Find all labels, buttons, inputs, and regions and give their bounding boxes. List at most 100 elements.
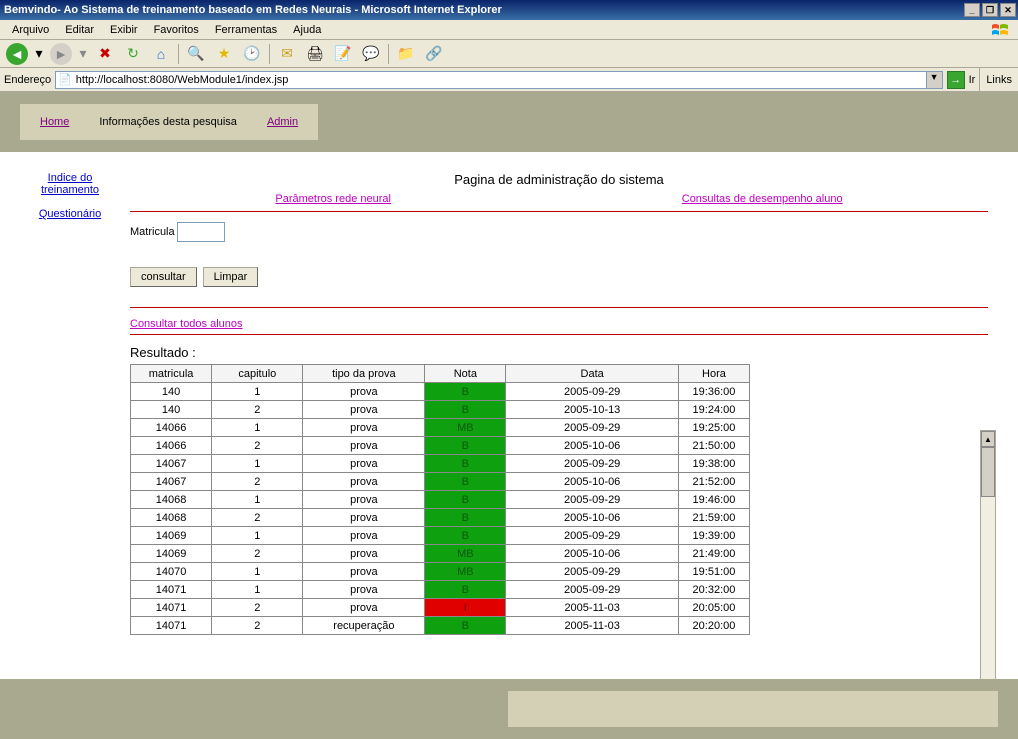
back-dropdown[interactable]: ▾ — [34, 43, 44, 65]
menu-ajuda[interactable]: Ajuda — [287, 22, 327, 38]
folder-icon[interactable]: 📁 — [395, 43, 417, 65]
print-icon[interactable]: 🖨 — [304, 43, 326, 65]
cell-tipo: prova — [303, 581, 425, 599]
table-row: 1402provaB2005-10-1319:24:00 — [131, 401, 750, 419]
cell-data: 2005-10-06 — [506, 545, 679, 563]
table-row: 140662provaB2005-10-0621:50:00 — [131, 437, 750, 455]
cell-capitulo: 2 — [212, 473, 303, 491]
cell-matricula: 14068 — [131, 491, 212, 509]
cell-hora: 21:50:00 — [678, 437, 749, 455]
cell-nota: B — [425, 581, 506, 599]
cell-capitulo: 1 — [212, 527, 303, 545]
cell-nota: B — [425, 527, 506, 545]
cell-nota: B — [425, 455, 506, 473]
forward-button[interactable]: ► — [50, 43, 72, 65]
th-nota: Nota — [425, 365, 506, 383]
scroll-thumb[interactable] — [981, 447, 995, 497]
minimize-button[interactable]: _ — [964, 3, 980, 17]
cell-hora: 21:49:00 — [678, 545, 749, 563]
favorites-icon[interactable]: ★ — [213, 43, 235, 65]
go-label: Ir — [969, 74, 976, 86]
go-button[interactable]: → — [947, 71, 965, 89]
cell-matricula: 14066 — [131, 419, 212, 437]
url-dropdown[interactable]: ▼ — [926, 72, 942, 88]
table-row: 140672provaB2005-10-0621:52:00 — [131, 473, 750, 491]
menu-exibir[interactable]: Exibir — [104, 22, 144, 38]
link-consultas[interactable]: Consultas de desempenho aluno — [682, 193, 843, 205]
cell-tipo: prova — [303, 509, 425, 527]
url-input[interactable]: 📄 http://localhost:8080/WebModule1/index… — [55, 71, 942, 89]
cell-hora: 20:05:00 — [678, 599, 749, 617]
th-matricula: matricula — [131, 365, 212, 383]
cell-capitulo: 2 — [212, 437, 303, 455]
cell-matricula: 14067 — [131, 473, 212, 491]
limpar-button[interactable]: Limpar — [203, 267, 259, 287]
links-label[interactable]: Links — [979, 68, 1018, 91]
sidebar-link-indice[interactable]: Indice do treinamento — [20, 172, 120, 196]
cell-tipo: prova — [303, 401, 425, 419]
history-icon[interactable]: 🕑 — [241, 43, 263, 65]
forward-dropdown[interactable]: ▾ — [78, 43, 88, 65]
address-bar: Endereço 📄 http://localhost:8080/WebModu… — [0, 68, 1018, 92]
cell-matricula: 14071 — [131, 599, 212, 617]
restore-button[interactable]: ❐ — [982, 3, 998, 17]
menu-ferramentas[interactable]: Ferramentas — [209, 22, 283, 38]
cell-nota: B — [425, 473, 506, 491]
table-row: 140712recuperaçãoB2005-11-0320:20:00 — [131, 617, 750, 635]
cell-data: 2005-09-29 — [506, 563, 679, 581]
menu-editar[interactable]: Editar — [59, 22, 100, 38]
back-button[interactable]: ◄ — [6, 43, 28, 65]
cell-data: 2005-10-06 — [506, 473, 679, 491]
cell-nota: B — [425, 437, 506, 455]
cell-nota: MB — [425, 545, 506, 563]
cell-tipo: prova — [303, 419, 425, 437]
cell-hora: 21:52:00 — [678, 473, 749, 491]
cell-data: 2005-11-03 — [506, 617, 679, 635]
sidebar-link-questionario[interactable]: Questionário — [20, 208, 120, 220]
menu-arquivo[interactable]: Arquivo — [6, 22, 55, 38]
divider — [130, 334, 988, 335]
cell-tipo: prova — [303, 455, 425, 473]
link-todos-alunos[interactable]: Consultar todos alunos — [130, 318, 243, 330]
table-row: 140692provaMB2005-10-0621:49:00 — [131, 545, 750, 563]
refresh-icon[interactable]: ↻ — [122, 43, 144, 65]
cell-capitulo: 1 — [212, 383, 303, 401]
cell-tipo: prova — [303, 383, 425, 401]
cell-data: 2005-10-06 — [506, 437, 679, 455]
th-hora: Hora — [678, 365, 749, 383]
cell-capitulo: 2 — [212, 401, 303, 419]
nav-admin[interactable]: Admin — [267, 116, 298, 128]
bottom-panel — [508, 691, 998, 727]
nav-home[interactable]: Home — [40, 116, 69, 128]
matricula-input[interactable] — [177, 222, 225, 242]
cell-hora: 19:51:00 — [678, 563, 749, 581]
cell-hora: 19:39:00 — [678, 527, 749, 545]
cell-data: 2005-09-29 — [506, 419, 679, 437]
mail-icon[interactable]: ✉ — [276, 43, 298, 65]
cell-nota: MB — [425, 419, 506, 437]
menu-favoritos[interactable]: Favoritos — [148, 22, 205, 38]
cell-capitulo: 1 — [212, 419, 303, 437]
edit-icon[interactable]: 📝 — [332, 43, 354, 65]
scroll-up-arrow[interactable]: ▲ — [981, 431, 995, 447]
windows-logo-icon — [988, 21, 1012, 39]
window-titlebar: Bemvindo- Ao Sistema de treinamento base… — [0, 0, 1018, 20]
discuss-icon[interactable]: 💬 — [360, 43, 382, 65]
main-area: Pagina de administração do sistema Parâm… — [130, 172, 1018, 647]
related-icon[interactable]: 🔗 — [423, 43, 445, 65]
stop-icon[interactable]: ✖ — [94, 43, 116, 65]
cell-matricula: 14068 — [131, 509, 212, 527]
th-data: Data — [506, 365, 679, 383]
cell-hora: 19:36:00 — [678, 383, 749, 401]
home-icon[interactable]: ⌂ — [150, 43, 172, 65]
cell-data: 2005-09-29 — [506, 581, 679, 599]
cell-capitulo: 1 — [212, 455, 303, 473]
close-button[interactable]: ✕ — [1000, 3, 1016, 17]
cell-data: 2005-09-29 — [506, 455, 679, 473]
search-icon[interactable]: 🔍 — [185, 43, 207, 65]
cell-data: 2005-11-03 — [506, 599, 679, 617]
cell-hora: 19:25:00 — [678, 419, 749, 437]
cell-tipo: prova — [303, 563, 425, 581]
consultar-button[interactable]: consultar — [130, 267, 197, 287]
link-parametros[interactable]: Parâmetros rede neural — [275, 193, 391, 205]
